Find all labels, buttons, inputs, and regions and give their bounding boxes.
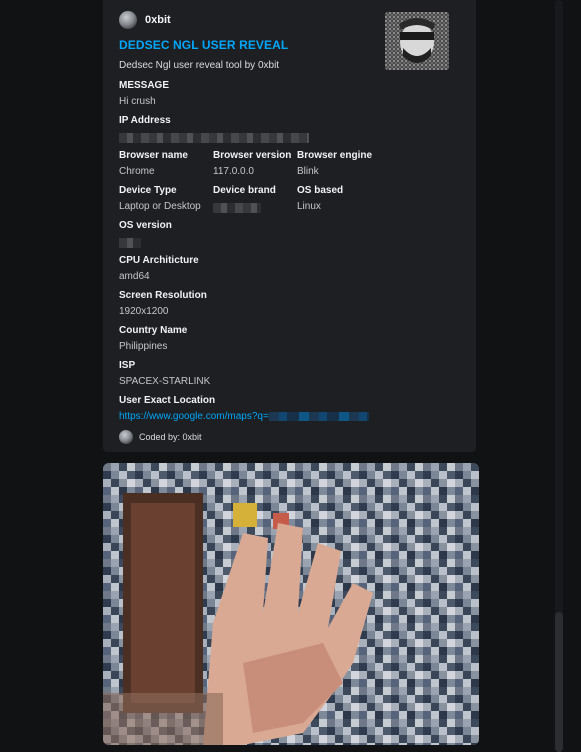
field-browser-name-name: Browser name <box>119 150 188 161</box>
field-browser-engine: Browser engine Blink <box>297 150 397 177</box>
field-ip-address: IP Address <box>119 115 319 143</box>
chat-page: 0xbit DEDSEC NGL USER REVEAL Dedsec Ngl … <box>0 0 581 752</box>
field-browser-name-value: Chrome <box>119 166 155 177</box>
field-country-name-name: Country Name <box>119 325 188 336</box>
field-device-type-name: Device Type <box>119 185 177 196</box>
field-device-type-value: Laptop or Desktop <box>119 201 201 212</box>
redacted-ip-block <box>119 133 309 143</box>
field-message-name: MESSAGE <box>119 80 170 91</box>
field-cpu-architecture-name: CPU Architicture <box>119 255 199 266</box>
scrollbar-thumb[interactable] <box>555 612 563 752</box>
field-os-based-value: Linux <box>297 201 321 212</box>
embed-footer: Coded by: 0xbit <box>119 430 202 444</box>
field-user-exact-location-name: User Exact Location <box>119 395 216 406</box>
field-browser-engine-name: Browser engine <box>297 150 373 161</box>
field-message: MESSAGE Hi crush <box>119 80 219 107</box>
field-country-name: Country Name Philippines <box>119 325 219 352</box>
field-os-based: OS based Linux <box>297 185 397 212</box>
footer-text: Coded by: 0xbit <box>139 432 202 442</box>
field-browser-name: Browser name Chrome <box>119 150 219 177</box>
field-isp-value: SPACEX-STARLINK <box>119 376 211 387</box>
author-name[interactable]: 0xbit <box>145 14 171 26</box>
field-os-version: OS version <box>119 220 219 248</box>
field-cpu-architecture: CPU Architicture amd64 <box>119 255 219 282</box>
embed-thumbnail[interactable] <box>385 12 449 70</box>
redacted-os-version-block <box>119 238 141 248</box>
field-screen-resolution: Screen Resolution 1920x1200 <box>119 290 219 317</box>
pixelated-photo-icon <box>103 463 479 745</box>
field-country-name-value: Philippines <box>119 341 168 352</box>
field-device-type: Device Type Laptop or Desktop <box>119 185 219 212</box>
masked-face-thumbnail-icon <box>385 12 449 70</box>
redacted-coordinates-block <box>268 411 369 421</box>
field-isp: ISP SPACEX-STARLINK <box>119 360 219 387</box>
field-user-exact-location-value: https://www.google.com/maps?q= <box>119 411 379 422</box>
field-ip-address-name: IP Address <box>119 115 171 126</box>
embed-description: Dedsec Ngl user reveal tool by 0xbit <box>119 60 280 71</box>
author-avatar-icon[interactable] <box>119 11 137 29</box>
field-isp-name: ISP <box>119 360 136 371</box>
field-os-based-name: OS based <box>297 185 344 196</box>
embed-title[interactable]: DEDSEC NGL USER REVEAL <box>119 38 288 52</box>
field-os-version-name: OS version <box>119 220 172 231</box>
field-browser-engine-value: Blink <box>297 166 319 177</box>
field-user-exact-location: User Exact Location https://www.google.c… <box>119 395 379 422</box>
field-screen-resolution-name: Screen Resolution <box>119 290 207 301</box>
field-ip-address-value <box>119 131 319 143</box>
image-attachment[interactable] <box>103 463 479 745</box>
footer-avatar-icon <box>119 430 133 444</box>
field-os-version-value <box>119 236 219 248</box>
embed-author[interactable]: 0xbit <box>119 11 171 29</box>
field-cpu-architecture-value: amd64 <box>119 271 150 282</box>
field-screen-resolution-value: 1920x1200 <box>119 306 169 317</box>
location-link[interactable]: https://www.google.com/maps?q= <box>119 411 269 422</box>
rich-embed: 0xbit DEDSEC NGL USER REVEAL Dedsec Ngl … <box>103 0 476 452</box>
redacted-device-brand-block <box>213 203 261 213</box>
field-message-value: Hi crush <box>119 96 156 107</box>
